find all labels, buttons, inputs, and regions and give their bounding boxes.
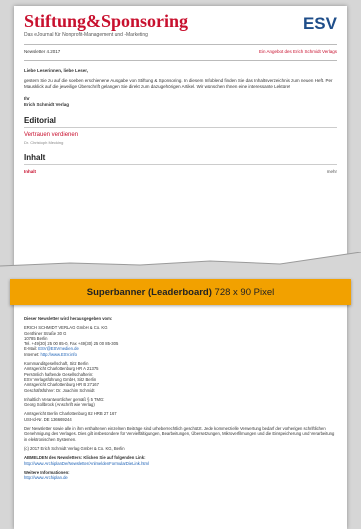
web-label: Internet:	[24, 351, 41, 357]
more-info-block: Weitere Informationen: http://www.Archip…	[24, 470, 337, 481]
brand-subtitle: Das eJournal für Nonprofit-Management un…	[24, 32, 148, 38]
unsubscribe-link[interactable]: http://www.ArchiplanDe/Newsletter/Anlmel…	[24, 461, 149, 466]
legal-line: Persönlich haftende Gesellschafterin:	[24, 371, 94, 377]
issue-label: Newsletter 4.2017	[24, 49, 61, 54]
greeting: Liebe Leserinnen, liebe Leser,	[24, 68, 89, 73]
editorial-article-link[interactable]: Vertrauen verdienen	[24, 132, 337, 138]
responsible-info: Inhaltlich Verantwortlicher gemäß § 5 TM…	[24, 397, 337, 408]
imprint-address: ERICH SCHMIDT VERLAG GmbH & Co. KG Genth…	[24, 325, 337, 357]
editorial-heading: Editorial	[24, 116, 337, 128]
newsletter-bottom-sheet: Dieser Newsletter wird herausgegeben vom…	[14, 300, 347, 529]
legal-line: Amtsgericht Charlottenburg HR A 21375	[24, 366, 99, 372]
responsible-line: Georg Sollbrock (Anschrift wie Verlag)	[24, 402, 95, 408]
unsubscribe-label: ABMELDEN des Newsletters: Klicken Sie au…	[24, 455, 146, 461]
inhalt-link[interactable]: Inhalt	[24, 169, 36, 174]
city: 10785 Berlin	[24, 335, 48, 341]
company-name: ERICH SCHMIDT VERLAG GmbH & Co. KG	[24, 325, 108, 331]
legal-line: Geschäftsführer: Dr. Joachim Schmidt	[24, 387, 95, 393]
publisher-offer-link[interactable]: Ein Angebot des Erich Schmidt Verlags	[259, 49, 337, 54]
vat-id: USt-Id-Nr. DE 136669244	[24, 416, 72, 422]
banner-label-bold: Superbanner (Leaderboard)	[86, 286, 212, 298]
disclaimer: Der Newsletter sowie alle in ihm enthalt…	[24, 426, 335, 442]
inhalt-heading: Inhalt	[24, 153, 337, 165]
newsletter-top-sheet: Stiftung&Sponsoring Das eJournal für Non…	[14, 6, 347, 268]
court-info: Amtsgericht Berlin Charlottenburg 82 HRB…	[24, 411, 337, 422]
brand-title: Stiftung&Sponsoring	[24, 11, 189, 31]
imprint-block: Dieser Newsletter wird herausgegeben vom…	[14, 300, 347, 490]
legal-line: Kommanditgesellschaft, Sitz Berlin	[24, 361, 89, 367]
editorial-author: Dr. Christoph Mecking	[24, 140, 64, 145]
unsubscribe-block: ABMELDEN des Newsletters: Klicken Sie au…	[24, 455, 337, 466]
legal-line: Amtsgericht Charlottenburg HR B 27167	[24, 382, 99, 388]
issue-row: Newsletter 4.2017 Ein Angebot des Erich …	[24, 49, 337, 54]
responsible-line: Inhaltlich Verantwortlicher gemäß § 5 TM…	[24, 396, 105, 402]
inhalt-row: Inhalt mehr	[24, 169, 337, 174]
sign-line-2: Erich Schmidt Verlag	[24, 102, 70, 107]
court-line: Amtsgericht Berlin Charlottenburg 82 HRB…	[24, 411, 117, 417]
legal-info: Kommanditgesellschaft, Sitz Berlin Amtsg…	[24, 361, 337, 393]
greeting-block: Liebe Leserinnen, liebe Leser, gestern S…	[24, 68, 337, 108]
copyright: (c) 2017 Erich Schmidt Verlag GmbH & Co.…	[24, 445, 125, 451]
imprint-intro: Dieser Newsletter wird herausgegeben vom…	[24, 316, 113, 321]
phone-fax: Tel. +49(30) 25 00 85-0, Fax +49(30) 25 …	[24, 341, 119, 347]
banner-label-size: 728 x 90 Pixel	[211, 286, 275, 298]
esv-logo: ESV	[302, 14, 337, 33]
inhalt-more-link[interactable]: mehr	[327, 169, 337, 174]
email-link[interactable]: ESV@ESVmedien.de	[38, 346, 79, 351]
more-info-label: Weitere Informationen:	[24, 469, 70, 475]
divider	[24, 60, 337, 61]
more-info-link[interactable]: http://www.Archiplan.de	[24, 475, 68, 480]
street: Genthiner Straße 30 G	[24, 330, 67, 336]
website-link[interactable]: http://www.ESV.info	[41, 352, 77, 357]
intro-text: gestern Sie zu auf die soeben erschienen…	[24, 78, 333, 89]
email-label: E-Mail:	[24, 346, 39, 352]
superbanner-leaderboard[interactable]: Superbanner (Leaderboard) 728 x 90 Pixel	[10, 279, 351, 305]
legal-line: ESV Verlagsführung GmbH, Sitz Berlin	[24, 376, 97, 382]
divider	[24, 44, 337, 45]
